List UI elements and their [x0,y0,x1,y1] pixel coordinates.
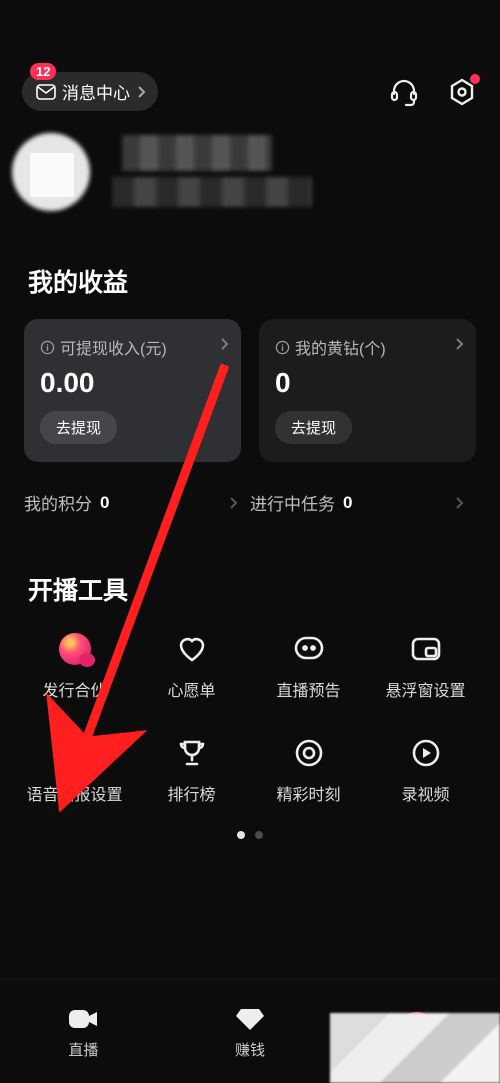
headset-support-button[interactable] [388,76,420,108]
message-center-pill[interactable]: 12 消息中心 [22,72,158,111]
withdrawable-income-card[interactable]: 可提现收入(元) 0.00 去提现 [24,319,241,462]
pip-icon [409,632,443,666]
stat-label: 我的积分 [24,490,92,515]
card-label: 我的黄钻(个) [295,335,386,359]
card-value: 0.00 [40,367,225,399]
chevron-right-icon [229,496,238,510]
highlight-icon [292,736,326,770]
earnings-section-title: 我的收益 [28,263,500,299]
chevron-right-icon [455,496,464,510]
tasks-stat[interactable]: 进行中任务 0 [250,490,476,515]
tools-section-title: 开播工具 [28,571,500,607]
tool-highlights[interactable]: 精彩时刻 [250,735,367,805]
tool-label: 心愿单 [167,677,215,701]
nav-label: 直播 [68,1039,98,1060]
nav-live[interactable]: 直播 [0,980,167,1083]
tool-label: 悬浮窗设置 [385,677,465,701]
points-stat[interactable]: 我的积分 0 [24,490,250,515]
message-center-label: 消息中心 [62,79,130,104]
diamond-card[interactable]: 我的黄钻(个) 0 去提现 [259,319,476,462]
redacted-block [330,1013,500,1083]
card-value: 0 [275,367,460,399]
tool-label: 排行榜 [167,781,215,805]
settings-button[interactable] [446,76,478,108]
stat-value: 0 [343,493,352,513]
tool-float-window[interactable]: 悬浮窗设置 [367,631,484,701]
tool-label: 语音播报设置 [26,781,122,805]
tool-partner[interactable]: 发行合伙 [16,631,133,701]
stat-value: 0 [100,493,109,513]
info-icon [40,340,55,355]
tool-label: 录视频 [401,781,449,805]
nav-earn[interactable]: 赚钱 [167,980,334,1083]
partner-icon [59,633,91,665]
tool-live-preview[interactable]: 直播预告 [250,631,367,701]
profile-area[interactable] [2,129,478,219]
nav-label: 赚钱 [235,1039,265,1060]
camera-icon [67,1006,99,1032]
info-icon [275,340,290,355]
page-dot-active [237,831,245,839]
headset-icon [389,77,419,107]
speaker-icon [58,736,92,770]
withdraw-button[interactable]: 去提现 [275,411,352,444]
chat-icon [292,632,326,666]
tool-label: 发行合伙 [42,677,106,701]
withdraw-button[interactable]: 去提现 [40,411,117,444]
tool-wishlist[interactable]: 心愿单 [133,631,250,701]
tool-label: 直播预告 [276,677,340,701]
mail-icon [36,84,56,100]
message-badge: 12 [30,63,56,80]
trophy-icon [175,736,209,770]
page-dot [255,831,263,839]
chevron-right-icon [220,337,229,351]
notification-dot [470,74,480,84]
diamond-icon [236,1006,264,1032]
tool-ranking[interactable]: 排行榜 [133,735,250,805]
bottom-nav: 直播 赚钱 [0,979,500,1083]
card-label: 可提现收入(元) [60,335,167,359]
heart-icon [175,632,209,666]
stat-label: 进行中任务 [250,490,335,515]
chevron-right-icon [136,85,146,99]
tool-voice-broadcast[interactable]: 语音播报设置 [16,735,133,805]
page-indicator [0,831,500,839]
tool-record-video[interactable]: 录视频 [367,735,484,805]
tool-label: 精彩时刻 [276,781,340,805]
record-icon [409,736,443,770]
chevron-right-icon [455,337,464,351]
